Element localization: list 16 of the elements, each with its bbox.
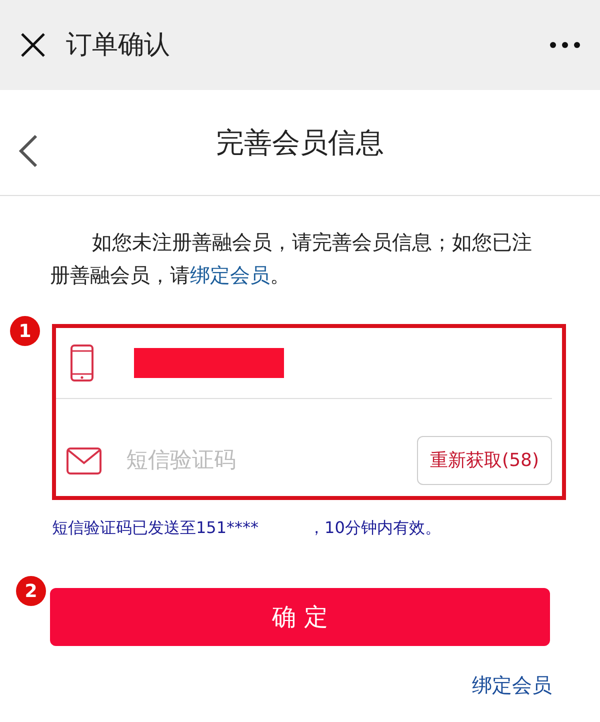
- back-icon[interactable]: [18, 134, 38, 168]
- intro-text: 如您未注册善融会员，请完善会员信息；如您已注册善融会员，请绑定会员。: [49, 229, 533, 289]
- confirm-button[interactable]: 确 定: [50, 588, 550, 646]
- more-icon[interactable]: [550, 42, 580, 48]
- page-title: 订单确认: [66, 28, 170, 62]
- callout-number: 1: [10, 316, 40, 346]
- sms-code-field[interactable]: 短信验证码: [124, 443, 324, 478]
- bind-member-link[interactable]: 绑定会员: [190, 263, 270, 287]
- screen-title: 完善会员信息: [216, 124, 384, 160]
- mail-icon: [66, 446, 102, 474]
- bind-member-link[interactable]: 绑定会员: [472, 670, 552, 700]
- sms-sent-text: 短信验证码已发送至151**** ，10分钟内有效。: [51, 517, 442, 539]
- close-icon[interactable]: [20, 32, 46, 58]
- resend-button[interactable]: 重新获取(58): [417, 436, 552, 485]
- callout-number: 2: [16, 576, 46, 606]
- phone-icon: [70, 344, 94, 382]
